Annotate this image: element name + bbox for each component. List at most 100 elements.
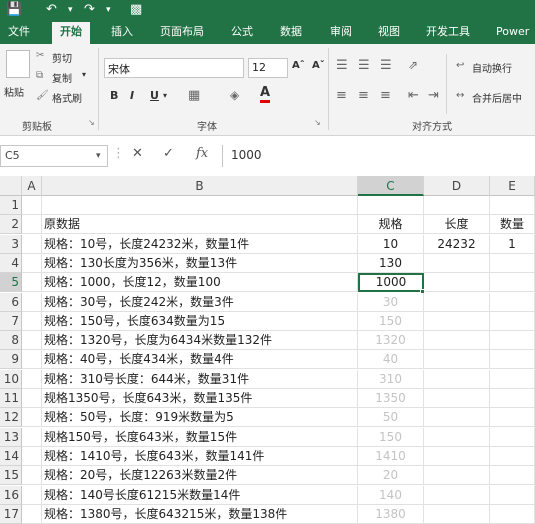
row-header[interactable]: 4 <box>0 253 22 273</box>
cell-c[interactable]: 1410 <box>358 446 424 466</box>
cell-a[interactable] <box>22 234 42 254</box>
insert-function-icon[interactable]: fx <box>196 146 208 161</box>
cell-b[interactable]: 规格：1380号，长度643215米，数量138件 <box>42 504 358 524</box>
copy-button[interactable]: 复制 <box>52 70 72 85</box>
name-box[interactable]: C5 <box>0 145 108 167</box>
cell-b[interactable]: 规格1350号，长度643米，数量135件 <box>42 389 358 408</box>
cell-e[interactable] <box>490 485 535 505</box>
decrease-indent-icon[interactable]: ⇤ <box>408 88 419 103</box>
cell-e[interactable] <box>490 253 535 273</box>
paste-button[interactable]: 粘贴 <box>4 84 24 99</box>
row-header[interactable]: 14 <box>0 446 22 466</box>
font-color-icon[interactable]: A <box>260 86 271 103</box>
cell-e[interactable] <box>490 196 535 215</box>
select-all-corner[interactable] <box>0 176 22 196</box>
align-left-icon[interactable]: ≡ <box>336 88 347 103</box>
cell-a[interactable] <box>22 504 42 524</box>
cell-a[interactable] <box>22 292 42 312</box>
cell-e[interactable] <box>490 427 535 447</box>
cell-a[interactable] <box>22 196 42 215</box>
align-right-icon[interactable]: ≡ <box>380 88 391 103</box>
cell-c[interactable]: 150 <box>358 311 424 331</box>
cell-a[interactable] <box>22 466 42 486</box>
tab-power[interactable]: Power <box>496 24 529 40</box>
cell-d[interactable] <box>424 466 490 486</box>
align-top-icon[interactable]: ☰ <box>336 58 348 73</box>
cell-a[interactable] <box>22 253 42 273</box>
cell-b[interactable]: 规格：10号，长度24232米，数量1件 <box>42 234 358 254</box>
row-header[interactable]: 7 <box>0 311 22 331</box>
cell-d[interactable] <box>424 311 490 331</box>
row-header[interactable]: 8 <box>0 331 22 351</box>
align-center-icon[interactable]: ≡ <box>358 88 369 103</box>
cell-c[interactable]: 130 <box>358 253 424 273</box>
cell-d[interactable] <box>424 369 490 389</box>
cell-a[interactable] <box>22 331 42 351</box>
align-bottom-icon[interactable]: ☰ <box>380 58 392 73</box>
cell-c[interactable]: 1320 <box>358 331 424 351</box>
row-header[interactable]: 10 <box>0 369 22 389</box>
cell-d[interactable] <box>424 504 490 524</box>
cell-d[interactable] <box>424 446 490 466</box>
column-header-b[interactable]: B <box>42 176 358 196</box>
cell-a[interactable] <box>22 311 42 331</box>
cell-a[interactable] <box>22 215 42 235</box>
cell-d[interactable] <box>424 350 490 370</box>
cell-d[interactable] <box>424 408 490 428</box>
cell-e[interactable] <box>490 273 535 293</box>
cell-b[interactable]: 规格：1410号，长度643米，数量141件 <box>42 446 358 466</box>
clipboard-launcher-icon[interactable]: ↘ <box>88 118 95 127</box>
cell-a[interactable] <box>22 369 42 389</box>
row-header[interactable]: 2 <box>0 215 22 235</box>
cell-b[interactable]: 规格：1320号，长度为6434米数量132件 <box>42 331 358 351</box>
row-header[interactable]: 15 <box>0 466 22 486</box>
paste-icon[interactable] <box>6 50 30 78</box>
cut-button[interactable]: 剪切 <box>52 50 72 65</box>
cell-e[interactable] <box>490 466 535 486</box>
cell-b[interactable]: 规格：1000，长度12，数量100 <box>42 273 358 293</box>
cell-c[interactable]: 规格 <box>358 215 424 235</box>
tab-insert[interactable]: 插入 <box>111 24 133 40</box>
tab-home[interactable]: 开始 <box>52 22 90 44</box>
underline-dropdown-icon[interactable]: ▾ <box>163 91 167 100</box>
cell-c[interactable]: 1380 <box>358 504 424 524</box>
cell-c[interactable]: 30 <box>358 292 424 312</box>
cell-c[interactable]: 1350 <box>358 389 424 408</box>
cell-b[interactable]: 规格：50号，长度：919米数量为5 <box>42 408 358 428</box>
cell-e[interactable] <box>490 504 535 524</box>
cell-a[interactable] <box>22 485 42 505</box>
copy-dropdown-icon[interactable]: ▾ <box>82 70 86 79</box>
cell-e[interactable] <box>490 389 535 408</box>
cell-a[interactable] <box>22 389 42 408</box>
font-launcher-icon[interactable]: ↘ <box>314 118 321 127</box>
row-header[interactable]: 16 <box>0 485 22 505</box>
formula-input[interactable]: 1000 <box>222 145 535 167</box>
cell-a[interactable] <box>22 273 42 293</box>
cell-d[interactable] <box>424 427 490 447</box>
wrap-text-button[interactable]: 自动换行 <box>472 60 512 75</box>
cell-c[interactable]: 140 <box>358 485 424 505</box>
cell-e[interactable] <box>490 446 535 466</box>
cell-d[interactable] <box>424 485 490 505</box>
cell-c[interactable]: 50 <box>358 408 424 428</box>
merge-center-button[interactable]: 合并后居中 <box>472 90 522 105</box>
cell-a[interactable] <box>22 446 42 466</box>
row-header[interactable]: 12 <box>0 408 22 428</box>
tab-review[interactable]: 审阅 <box>330 24 352 40</box>
row-header[interactable]: 9 <box>0 350 22 370</box>
column-header-e[interactable]: E <box>490 176 535 196</box>
cell-c[interactable]: 310 <box>358 369 424 389</box>
cell-e[interactable] <box>490 369 535 389</box>
cell-c[interactable]: 20 <box>358 466 424 486</box>
format-painter-button[interactable]: 格式刷 <box>52 90 82 105</box>
border-icon[interactable]: ▦ <box>188 88 200 103</box>
row-header[interactable]: 3 <box>0 234 22 254</box>
cell-b[interactable]: 规格150号，长度643米，数量15件 <box>42 427 358 447</box>
customize-toolbar-icon[interactable]: ▩ <box>130 1 142 19</box>
increase-indent-icon[interactable]: ⇥ <box>428 88 439 103</box>
row-header[interactable]: 11 <box>0 389 22 408</box>
cell-b[interactable]: 规格：30号，长度242米，数量3件 <box>42 292 358 312</box>
cell-d[interactable]: 长度 <box>424 215 490 235</box>
column-header-d[interactable]: D <box>424 176 490 196</box>
tab-developer[interactable]: 开发工具 <box>426 24 470 40</box>
